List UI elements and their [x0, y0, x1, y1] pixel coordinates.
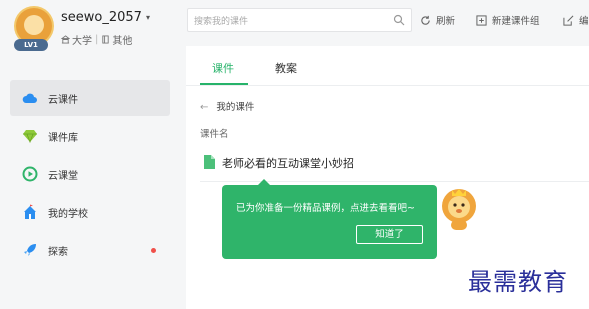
sidebar-item-my-school[interactable]: 我的学校 — [10, 194, 170, 230]
active-tab-indicator — [200, 83, 248, 85]
file-icon — [204, 155, 215, 169]
rocket-icon — [24, 244, 36, 256]
tab-courseware[interactable]: 课件 — [212, 60, 234, 76]
username-text: seewo_2057 — [61, 10, 142, 25]
edit-button[interactable]: 编 — [563, 13, 589, 27]
edit-icon — [563, 15, 574, 26]
tab-lesson-plan[interactable]: 教案 — [275, 60, 297, 76]
notification-dot — [151, 248, 156, 253]
watermark: 最需教育 — [468, 268, 568, 296]
breadcrumb-current[interactable]: 我的课件 — [216, 102, 254, 113]
sidebar-item-label: 课件库 — [48, 133, 78, 144]
search-icon[interactable] — [393, 14, 405, 26]
breadcrumb: ← 我的课件 — [200, 99, 254, 113]
popup-message: 已为你准备一份精品课例，点进去看看吧~ — [236, 203, 415, 214]
sidebar-item-label: 探索 — [48, 247, 68, 258]
play-circle-icon — [22, 166, 38, 182]
user-profile[interactable]: LV1 seewo_2057 ▾ 大学 | 其他 — [10, 6, 180, 52]
diamond-icon — [23, 130, 37, 144]
add-square-icon — [476, 15, 487, 26]
refresh-label: 刷新 — [436, 16, 456, 27]
user-meta: 大学 | 其他 — [61, 32, 132, 47]
caret-down-icon[interactable]: ▾ — [146, 13, 150, 22]
edit-label: 编 — [579, 16, 589, 27]
file-name: 老师必看的互动课堂小妙招 — [222, 157, 354, 170]
cloud-icon — [22, 93, 37, 103]
sidebar-item-label: 我的学校 — [48, 209, 88, 220]
refresh-button[interactable]: 刷新 — [420, 13, 455, 27]
sidebar-nav: 云课件 课件库 云课堂 我的学校 探索 — [10, 80, 170, 270]
refresh-icon — [421, 15, 430, 25]
meta-divider: | — [95, 34, 99, 45]
back-arrow-icon[interactable]: ← — [200, 102, 208, 113]
popup-notch — [258, 179, 270, 185]
school-icon — [23, 204, 37, 219]
book-icon — [102, 35, 110, 44]
username[interactable]: seewo_2057 ▾ — [61, 10, 150, 25]
lion-mascot-icon — [442, 189, 476, 230]
school-building-icon — [61, 35, 70, 44]
file-row[interactable]: 老师必看的互动课堂小妙招 — [200, 148, 589, 182]
guide-popup: 已为你准备一份精品课例，点进去看看吧~ 知道了 — [222, 179, 437, 259]
toolbar: 搜索我的课件 刷新 新建课件组 编 — [180, 0, 589, 42]
search-input[interactable]: 搜索我的课件 — [194, 14, 248, 27]
new-group-button[interactable]: 新建课件组 — [476, 13, 540, 27]
sidebar-item-cloud-classroom[interactable]: 云课堂 — [10, 156, 170, 192]
sidebar-item-label: 云课件 — [48, 95, 78, 106]
sidebar-item-courseware-library[interactable]: 课件库 — [10, 118, 170, 154]
sidebar-item-explore[interactable]: 探索 — [10, 232, 170, 268]
level-badge: LV1 — [14, 39, 48, 51]
new-group-label: 新建课件组 — [492, 16, 540, 27]
search-box[interactable]: 搜索我的课件 — [187, 8, 412, 32]
sidebar-item-label: 云课堂 — [48, 171, 78, 182]
sidebar: LV1 seewo_2057 ▾ 大学 | 其他 云课件 课件库 云课堂 我的学… — [0, 0, 180, 309]
tab-bar: 课件 教案 — [186, 46, 589, 86]
subject: 其他 — [112, 36, 133, 47]
column-header-name[interactable]: 课件名 — [200, 126, 229, 140]
app-window: LV1 seewo_2057 ▾ 大学 | 其他 云课件 课件库 云课堂 我的学… — [0, 0, 589, 309]
sidebar-item-cloud-courseware[interactable]: 云课件 — [10, 80, 170, 116]
school-type: 大学 — [72, 36, 92, 47]
got-it-button[interactable]: 知道了 — [356, 225, 423, 244]
